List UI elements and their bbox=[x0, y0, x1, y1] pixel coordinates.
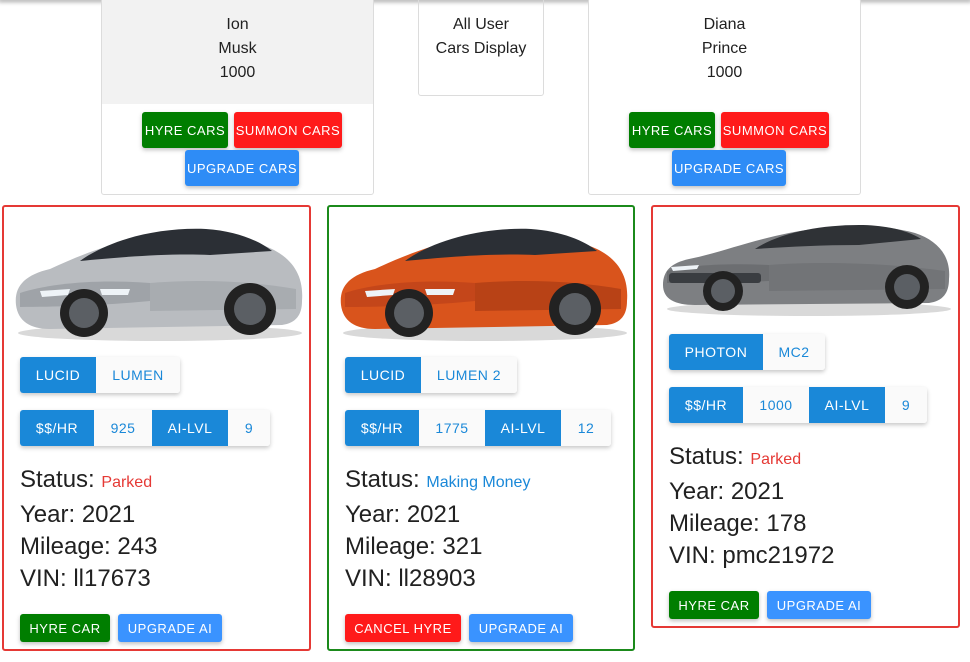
upgrade-ai-button[interactable]: UPGRADE AI bbox=[118, 614, 222, 642]
car-card-photon-mc2: PHOTON MC2 $$/HR 1000 AI-LVL 9 Status: P… bbox=[651, 205, 960, 628]
user-card-diana-prince: Diana Prince 1000 HYRE CARS SUMMON CARS … bbox=[588, 0, 861, 195]
year-text: Year: 2021 bbox=[669, 478, 785, 505]
upgrade-cars-button[interactable]: UPGRADE CARS bbox=[185, 150, 299, 186]
car-details: Status: Parked Year: 2021 Mileage: 243 V… bbox=[20, 464, 157, 595]
year-text: Year: 2021 bbox=[345, 501, 461, 528]
rate-label-chip[interactable]: $$/HR bbox=[20, 410, 94, 446]
upgrade-ai-button[interactable]: UPGRADE AI bbox=[469, 614, 573, 642]
user-info: Ion Musk 1000 bbox=[102, 0, 373, 104]
user-balance: 1000 bbox=[219, 64, 256, 81]
vin-text: VIN: ll28903 bbox=[345, 565, 476, 592]
ai-level-value-chip[interactable]: 12 bbox=[561, 410, 611, 446]
user-last-name: Prince bbox=[701, 40, 748, 57]
make-chip[interactable]: LUCID bbox=[345, 357, 421, 393]
status-label: Status: bbox=[669, 443, 744, 470]
make-model-toggle: PHOTON MC2 bbox=[669, 334, 825, 370]
make-chip[interactable]: LUCID bbox=[20, 357, 96, 393]
display-label-line1: All User bbox=[452, 16, 509, 33]
mileage-text: Mileage: 243 bbox=[20, 533, 158, 560]
user-last-name: Musk bbox=[218, 40, 257, 57]
status-value: Making Money bbox=[426, 474, 531, 491]
status-label: Status: bbox=[345, 466, 420, 493]
model-chip[interactable]: MC2 bbox=[763, 334, 825, 370]
upgrade-ai-button[interactable]: UPGRADE AI bbox=[767, 591, 871, 619]
make-model-toggle: LUCID LUMEN bbox=[20, 357, 180, 393]
hyre-car-button[interactable]: HYRE CAR bbox=[20, 614, 110, 642]
car-image bbox=[15, 228, 303, 341]
ai-level-value-chip[interactable]: 9 bbox=[885, 387, 927, 423]
car-card-lucid-lumen-2: LUCID LUMEN 2 $$/HR 1775 AI-LVL 12 Statu… bbox=[327, 205, 635, 651]
year-text: Year: 2021 bbox=[20, 501, 136, 528]
upgrade-cars-button[interactable]: UPGRADE CARS bbox=[672, 150, 786, 186]
ai-level-label-chip[interactable]: AI-LVL bbox=[485, 410, 561, 446]
status-label: Status: bbox=[20, 466, 95, 493]
vin-text: VIN: pmc21972 bbox=[669, 542, 835, 569]
status-value: Parked bbox=[101, 474, 153, 491]
ai-level-value-chip[interactable]: 9 bbox=[228, 410, 270, 446]
rate-value-chip[interactable]: 925 bbox=[94, 410, 152, 446]
status-value: Parked bbox=[750, 451, 802, 468]
ai-level-label-chip[interactable]: AI-LVL bbox=[809, 387, 885, 423]
user-first-name: Diana bbox=[703, 16, 746, 33]
all-user-cars-display-button[interactable]: All User Cars Display bbox=[418, 0, 544, 96]
model-chip[interactable]: LUMEN bbox=[96, 357, 180, 393]
rate-ai-toggle: $$/HR 1000 AI-LVL 9 bbox=[669, 387, 927, 423]
user-card-ion-musk: Ion Musk 1000 HYRE CARS SUMMON CARS UPGR… bbox=[101, 0, 374, 195]
hyre-cars-button[interactable]: HYRE CARS bbox=[142, 112, 228, 148]
car-image bbox=[663, 225, 951, 316]
car-details: Status: Parked Year: 2021 Mileage: 178 V… bbox=[669, 441, 834, 572]
car-image bbox=[340, 228, 628, 341]
rate-value-chip[interactable]: 1775 bbox=[419, 410, 485, 446]
user-first-name: Ion bbox=[226, 16, 249, 33]
mileage-text: Mileage: 178 bbox=[669, 510, 807, 537]
hyre-car-button[interactable]: HYRE CAR bbox=[669, 591, 759, 619]
vin-text: VIN: ll17673 bbox=[20, 565, 151, 592]
display-label-line2: Cars Display bbox=[435, 40, 527, 57]
make-model-toggle: LUCID LUMEN 2 bbox=[345, 357, 517, 393]
mileage-text: Mileage: 321 bbox=[345, 533, 483, 560]
user-balance: 1000 bbox=[706, 64, 743, 81]
rate-label-chip[interactable]: $$/HR bbox=[669, 387, 743, 423]
rate-ai-toggle: $$/HR 925 AI-LVL 9 bbox=[20, 410, 270, 446]
cancel-hyre-button[interactable]: CANCEL HYRE bbox=[345, 614, 461, 642]
hyre-cars-button[interactable]: HYRE CARS bbox=[629, 112, 715, 148]
rate-label-chip[interactable]: $$/HR bbox=[345, 410, 419, 446]
car-details: Status: Making Money Year: 2021 Mileage:… bbox=[345, 464, 530, 595]
car-card-lucid-lumen: LUCID LUMEN $$/HR 925 AI-LVL 9 Status: P… bbox=[2, 205, 311, 651]
ai-level-label-chip[interactable]: AI-LVL bbox=[152, 410, 228, 446]
make-chip[interactable]: PHOTON bbox=[669, 334, 763, 370]
user-info: Diana Prince 1000 bbox=[589, 0, 860, 104]
rate-ai-toggle: $$/HR 1775 AI-LVL 12 bbox=[345, 410, 611, 446]
summon-cars-button[interactable]: SUMMON CARS bbox=[721, 112, 829, 148]
summon-cars-button[interactable]: SUMMON CARS bbox=[234, 112, 342, 148]
model-chip[interactable]: LUMEN 2 bbox=[421, 357, 517, 393]
rate-value-chip[interactable]: 1000 bbox=[743, 387, 809, 423]
